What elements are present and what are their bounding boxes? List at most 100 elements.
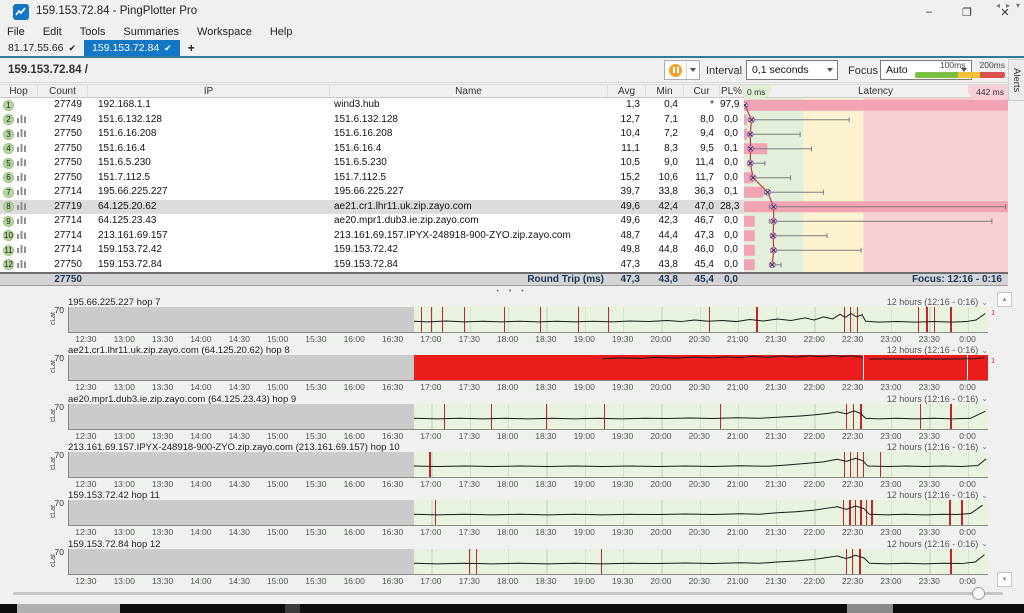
graph-plot-area[interactable] [68,549,988,575]
menu-file[interactable]: File [0,26,34,38]
legend-200ms: 200ms [979,60,1005,70]
ip-cell: 192.168.1.1 [88,98,330,113]
ip-cell: 151.6.16.4 [88,142,330,157]
cur-cell: 36,3 [684,185,720,200]
graph-range-selector[interactable]: 12 hours (12:16 - 0:16)⌄ [887,539,988,549]
min-cell: 8,3 [646,142,684,157]
ip-cell: 159.153.72.42 [88,243,330,258]
timeline-graph-icon[interactable] [17,143,26,155]
avg-cell: 49,6 [608,214,646,229]
scroll-down-button[interactable]: ▼ [997,572,1012,587]
min-cell: 33,8 [646,185,684,200]
menu-workspace[interactable]: Workspace [188,26,261,38]
column-header-hop[interactable]: Hop [0,85,38,97]
column-header-avg[interactable]: Avg [608,85,646,97]
timeline-graph-icon[interactable] [17,157,26,169]
time-tick: 12:30 [75,576,96,586]
menu-edit[interactable]: Edit [34,26,71,38]
column-header-min[interactable]: Min [646,85,684,97]
time-tick: 23:30 [919,431,940,441]
graph-y-axis-label: cLat [50,360,57,373]
time-tick: 23:00 [880,576,901,586]
summary-label: Round Trip (ms) [330,274,608,285]
column-header-latency[interactable]: 0 msLatency442 ms [744,85,1008,97]
time-tick: 22:00 [804,527,825,537]
pause-button[interactable] [664,60,700,80]
tab-scroll-left-icon[interactable]: ◂ [996,1,1000,10]
name-cell: ae21.cr1.lhr11.uk.zip.zayo.com [330,200,608,215]
graph-range-selector[interactable]: 12 hours (12:16 - 0:16)⌄ [887,490,988,500]
time-tick: 13:30 [152,431,173,441]
interval-label: Interval [706,65,742,77]
time-tick: 21:30 [765,479,786,489]
time-tick: 15:00 [267,527,288,537]
timeline-graph-icon[interactable] [17,186,26,198]
tab-scroll-right-icon[interactable]: ▸ [1006,1,1010,10]
graph-range-selector[interactable]: 12 hours (12:16 - 0:16)⌄ [887,297,988,307]
time-tick: 15:00 [267,334,288,344]
timeline-graph-icon[interactable] [17,128,26,140]
graph-y-axis-label: cLat [50,312,57,325]
horizontal-scrollbar-track[interactable] [13,592,1003,595]
new-tab-button[interactable]: + [180,40,203,56]
timeline-graph-icon[interactable] [17,201,26,213]
timeline-graph-hop-10: 213.161.69.157.IPYX-248918-900-ZYO.zip.z… [0,441,1024,489]
graph-range-selector[interactable]: 12 hours (12:16 - 0:16)⌄ [887,394,988,404]
column-header-pl[interactable]: PL% [720,85,744,97]
minimize-button[interactable]: – [910,0,948,24]
target-tab-159.153.72.84[interactable]: 159.153.72.84✔ [84,40,180,56]
column-header-count[interactable]: Count [38,85,88,97]
alerts-side-tab[interactable]: Alerts [1008,59,1024,101]
pause-dropdown[interactable] [687,61,699,79]
pane-splitter[interactable]: • • • [0,287,1024,296]
time-tick: 15:00 [267,576,288,586]
time-tick: 19:30 [612,334,633,344]
time-tick: 17:30 [459,431,480,441]
timeline-graph-icon[interactable] [17,114,26,126]
time-tick: 13:30 [152,382,173,392]
interval-select[interactable]: 0,1 seconds [746,60,838,80]
time-tick: 14:30 [229,431,250,441]
avg-cell: 49,8 [608,243,646,258]
graph-plot-area[interactable] [68,500,988,526]
window-title: 159.153.72.84 - PingPlotter Pro [36,5,197,17]
graph-range-selector[interactable]: 12 hours (12:16 - 0:16)⌄ [887,345,988,355]
time-tick: 0:00 [959,479,976,489]
column-header-name[interactable]: Name [330,85,608,97]
timeline-graph-icon[interactable] [17,230,26,242]
time-tick: 22:30 [842,527,863,537]
timeline-graph-icon[interactable] [17,259,26,271]
tab-list-icon[interactable]: ▾ [1016,1,1020,10]
graph-plot-area[interactable]: 1 [68,307,988,333]
graph-plot-area[interactable] [68,404,988,430]
graph-range-selector[interactable]: 12 hours (12:16 - 0:16)⌄ [887,442,988,452]
min-cell: 44,8 [646,243,684,258]
graph-plot-area[interactable] [68,452,988,478]
menu-summaries[interactable]: Summaries [114,26,188,38]
timeline-graph-icon[interactable] [17,244,26,256]
time-tick: 23:00 [880,431,901,441]
latency-graph-column[interactable] [744,98,1008,272]
column-header-cur[interactable]: Cur [684,85,720,97]
menu-help[interactable]: Help [261,26,302,38]
time-tick: 21:30 [765,576,786,586]
time-tick: 14:30 [229,382,250,392]
menu-bar: FileEditToolsSummariesWorkspaceHelp [0,24,1024,40]
graph-time-axis: 12:3013:0013:3014:0014:3015:0015:3016:00… [68,334,988,344]
timeline-graph-icon[interactable] [17,215,26,227]
graph-plot-area[interactable]: 1 [68,355,988,381]
scroll-up-button[interactable]: ▲ [997,292,1012,307]
pl-cell: 0,0 [720,258,744,273]
target-tab-81.17.55.66[interactable]: 81.17.55.66✔ [0,40,84,56]
time-tick: 23:30 [919,334,940,344]
time-tick: 22:00 [804,431,825,441]
menu-tools[interactable]: Tools [71,26,115,38]
timeline-graph-icon[interactable] [17,172,26,184]
horizontal-scrollbar-thumb[interactable] [972,587,985,600]
min-cell: 43,8 [646,258,684,273]
min-cell: 9,0 [646,156,684,171]
round-trip-summary-row[interactable]: 27750 Round Trip (ms) 47,3 43,8 45,4 0,0… [0,272,1008,286]
maximize-button[interactable]: ❐ [948,0,986,24]
column-header-ip[interactable]: IP [88,85,330,97]
hop-number-badge: 1 [3,100,14,111]
